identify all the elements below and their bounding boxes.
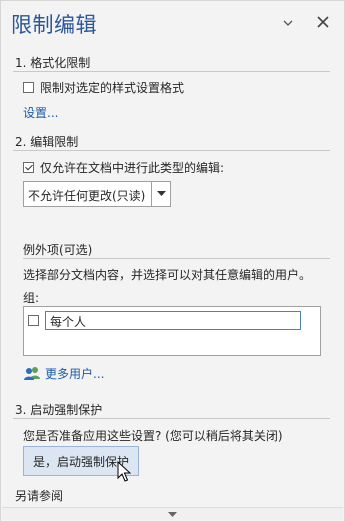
formatting-restriction-label: 限制对选定的样式设置格式: [40, 81, 185, 95]
formatting-restriction-checkbox[interactable]: [23, 82, 34, 93]
section-divider: [13, 150, 330, 151]
mouse-pointer-icon: [117, 461, 131, 482]
groups-label: 组:: [23, 291, 40, 305]
formatting-restriction-checkbox-row[interactable]: 限制对选定的样式设置格式: [23, 79, 184, 96]
everyone-checkbox[interactable]: [28, 315, 39, 326]
editing-type-value: 不允许任何更改(只读): [28, 189, 146, 203]
editing-type-select[interactable]: 不允许任何更改(只读): [23, 181, 171, 207]
list-item[interactable]: 每个人: [28, 311, 301, 330]
editing-restriction-checkbox[interactable]: [23, 162, 34, 173]
restrict-editing-pane: 限制编辑 1. 格式化限制 限制对选定的样式设置格式 设置... 2. 编辑限制…: [0, 0, 345, 522]
close-icon[interactable]: [315, 14, 331, 30]
pane-options-icon[interactable]: [282, 17, 294, 29]
pane-title: 限制编辑: [11, 13, 97, 37]
section-divider: [13, 71, 330, 72]
settings-link[interactable]: 设置...: [23, 104, 58, 121]
scrollbar[interactable]: [2, 507, 343, 520]
exceptions-heading: 例外项(可选): [23, 243, 93, 257]
scroll-down-icon[interactable]: [168, 511, 177, 517]
section-heading-enforce: 3. 启动强制保护: [15, 403, 103, 417]
editing-restriction-label: 仅允许在文档中进行此类型的编辑:: [40, 161, 225, 175]
section-divider: [13, 418, 330, 419]
users-icon: [24, 367, 40, 380]
chevron-down-icon[interactable]: [151, 182, 170, 206]
more-users-link[interactable]: 更多用户...: [45, 365, 104, 382]
groups-list: 每个人: [23, 306, 321, 356]
user-name: 每个人: [45, 311, 301, 330]
section-heading-editing: 2. 编辑限制: [15, 135, 79, 149]
enforce-question: 您是否准备应用这些设置? (您可以稍后将其关闭): [23, 429, 283, 443]
see-also-heading: 另请参阅: [15, 489, 64, 503]
editing-restriction-checkbox-row[interactable]: 仅允许在文档中进行此类型的编辑:: [23, 159, 224, 176]
exceptions-description: 选择部分文档内容，并选择可以对其任意编辑的用户。: [23, 268, 312, 282]
exceptions-divider: [23, 258, 330, 259]
section-heading-formatting: 1. 格式化限制: [15, 56, 91, 70]
